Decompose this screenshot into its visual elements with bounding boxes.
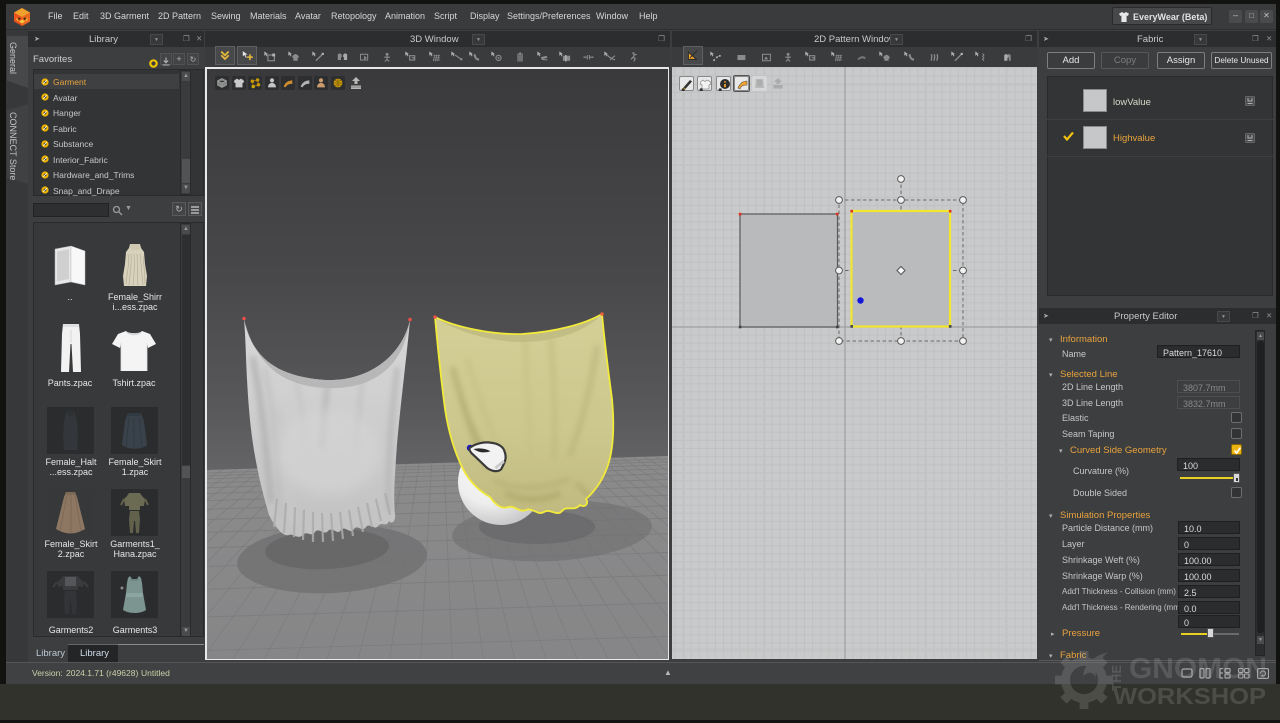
svg-text:WORKSHOP: WORKSHOP <box>1113 683 1266 709</box>
svg-text:GNOMON: GNOMON <box>1129 653 1267 685</box>
